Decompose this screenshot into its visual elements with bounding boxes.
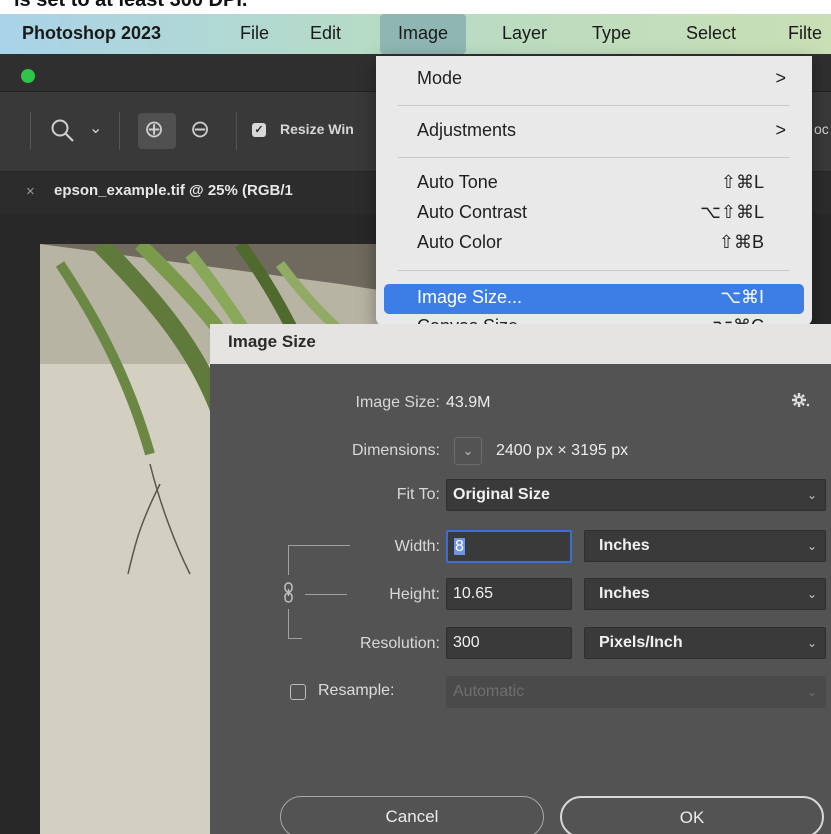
ok-button[interactable]: OK <box>560 796 824 834</box>
menu-separator <box>398 270 790 271</box>
chevron-down-icon: ⌄ <box>806 539 817 553</box>
fit-to-label: Fit To: <box>396 486 440 503</box>
fit-to-select[interactable]: Original Size ⌄ <box>446 479 826 511</box>
zoom-tool-icon[interactable] <box>50 118 76 149</box>
menu-item-mode-label: Mode <box>417 68 463 88</box>
gear-icon[interactable] <box>791 391 810 414</box>
height-unit-select[interactable]: Inches ⌄ <box>584 578 826 610</box>
resample-checkbox[interactable] <box>290 684 306 700</box>
top-clipped-text: is set to at least 300 DPI. <box>14 0 248 11</box>
resize-windows-label: Resize Win <box>280 121 354 137</box>
resample-method-value: Automatic <box>453 683 525 700</box>
close-tab-icon[interactable]: × <box>26 183 35 200</box>
image-menu-dropdown: Mode > Adjustments > Auto Tone ⇧⌘L Auto … <box>376 56 812 326</box>
height-label: Height: <box>389 586 440 603</box>
shortcut-auto-contrast: ⌥⇧⌘L <box>700 202 764 222</box>
resolution-label: Resolution: <box>359 635 440 652</box>
width-value: 8 <box>454 538 465 555</box>
dialog-title: Image Size <box>228 332 316 351</box>
height-unit-value: Inches <box>599 585 650 602</box>
toolbar-divider <box>30 112 31 150</box>
menu-separator <box>398 157 790 158</box>
menubar-edit[interactable]: Edit <box>310 14 341 54</box>
dialog-titlebar[interactable]: Image Size <box>210 324 831 364</box>
cancel-button[interactable]: Cancel <box>280 796 544 834</box>
dimensions-unit-dropdown[interactable]: ⌄ <box>454 437 482 465</box>
shortcut-image-size: ⌥⌘I <box>720 287 764 307</box>
menubar-filter[interactable]: Filte <box>788 14 822 54</box>
submenu-arrow-icon: > <box>775 68 786 88</box>
menu-item-image-size-label: Image Size... <box>417 287 523 307</box>
chevron-down-icon: ⌄ <box>462 443 474 458</box>
width-unit-value: Inches <box>599 537 650 554</box>
top-clipped-text-strip: is set to at least 300 DPI. <box>0 0 831 14</box>
width-unit-select[interactable]: Inches ⌄ <box>584 530 826 562</box>
resample-label: Resample: <box>318 682 395 699</box>
menubar-layer[interactable]: Layer <box>502 14 547 54</box>
menu-item-auto-contrast-label: Auto Contrast <box>417 202 528 222</box>
zoom-in-icon[interactable]: ⊕ <box>144 115 164 144</box>
height-input[interactable]: 10.65 <box>446 578 572 610</box>
link-chain-icon[interactable] <box>282 582 296 609</box>
toolbar-clipped-label: oc <box>814 121 829 137</box>
zoom-window-button[interactable] <box>21 69 35 83</box>
menubar-image[interactable]: Image <box>380 14 467 54</box>
zoom-out-icon[interactable]: ⊖ <box>190 115 210 144</box>
resolution-value: 300 <box>453 634 480 651</box>
resolution-input[interactable]: 300 <box>446 627 572 659</box>
document-tab-title[interactable]: epson_example.tif @ 25% (RGB/1 <box>54 182 293 199</box>
resolution-unit-value: Pixels/Inch <box>599 634 683 651</box>
menubar: Photoshop 2023 File Edit Image Layer Typ… <box>0 14 831 54</box>
dimensions-value: 2400 px × 3195 px <box>496 442 629 459</box>
width-input[interactable]: 8 <box>446 530 572 563</box>
resolution-unit-select[interactable]: Pixels/Inch ⌄ <box>584 627 826 659</box>
image-size-label: Image Size: <box>355 394 440 411</box>
menu-item-auto-tone-label: Auto Tone <box>417 172 498 192</box>
menubar-file[interactable]: File <box>240 14 269 54</box>
menu-separator <box>398 105 790 106</box>
zoom-tool-chevron-icon[interactable]: ⌄ <box>89 118 102 138</box>
chevron-down-icon: ⌄ <box>806 488 817 502</box>
width-label: Width: <box>394 538 440 555</box>
image-size-value: 43.9M <box>446 394 491 411</box>
menubar-type[interactable]: Type <box>592 14 631 54</box>
chevron-down-icon: ⌄ <box>806 636 817 650</box>
toolbar-divider <box>236 112 237 150</box>
menu-item-auto-color-label: Auto Color <box>417 232 503 252</box>
resize-windows-checkbox[interactable]: ✓ <box>252 123 266 137</box>
fit-to-value: Original Size <box>453 486 550 503</box>
menu-item-adjustments-label: Adjustments <box>417 120 517 140</box>
menubar-select[interactable]: Select <box>686 14 736 54</box>
image-size-dialog: Image Size Image Size: 43.9M Dimensions:… <box>210 324 831 834</box>
shortcut-auto-tone: ⇧⌘L <box>720 172 764 192</box>
dimensions-label: Dimensions: <box>351 442 440 459</box>
toolbar-divider <box>119 112 120 150</box>
height-value: 10.65 <box>453 585 494 602</box>
chevron-down-icon: ⌄ <box>806 685 817 699</box>
resample-method-select[interactable]: Automatic ⌄ <box>446 676 826 708</box>
shortcut-auto-color: ⇧⌘B <box>718 232 764 252</box>
submenu-arrow-icon: > <box>775 120 786 140</box>
menubar-app-name[interactable]: Photoshop 2023 <box>22 14 161 54</box>
chevron-down-icon: ⌄ <box>806 587 817 601</box>
